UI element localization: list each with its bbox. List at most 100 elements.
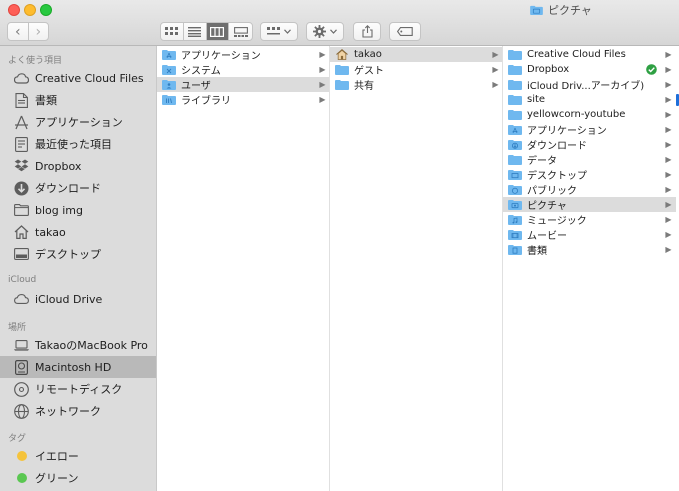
chevron-down-icon: [330, 29, 337, 34]
sidebar-item-label: ダウンロード: [35, 182, 101, 195]
forward-button[interactable]: ›: [29, 23, 49, 40]
desktop-folder-icon: [508, 170, 522, 180]
sidebar-item-tag-green[interactable]: グリーン: [0, 467, 156, 489]
list-item-label: アプリケーション: [527, 126, 607, 137]
chevron-right-icon: ▶: [665, 65, 672, 74]
sidebar-item-macintosh-hd[interactable]: Macintosh HD: [0, 356, 156, 378]
minimize-window-button[interactable]: [24, 4, 36, 16]
sidebar-item-label: Macintosh HD: [35, 360, 112, 374]
action-menu-button[interactable]: [306, 22, 344, 41]
sidebar-item-label: 書類: [35, 94, 57, 107]
chevron-right-icon: ▶: [665, 185, 672, 194]
list-item-label: ミュージック: [527, 216, 587, 227]
back-button[interactable]: ‹: [8, 23, 29, 40]
list-item[interactable]: takao ▶: [330, 47, 502, 62]
sidebar-item-recents[interactable]: 最近使った項目: [0, 133, 156, 155]
list-item-label: システム: [181, 66, 221, 77]
chevron-right-icon: ▶: [319, 95, 326, 104]
list-item[interactable]: ダウンロード ▶: [503, 137, 676, 152]
zoom-window-button[interactable]: [40, 4, 52, 16]
list-view-button[interactable]: [184, 23, 207, 40]
sidebar-item-label: ネットワーク: [35, 405, 101, 418]
list-view-icon: [188, 26, 202, 37]
folder-icon: [335, 65, 349, 75]
list-item[interactable]: アプリケーション ▶: [157, 47, 329, 62]
list-item-label: yellowcorn-youtube: [527, 109, 626, 120]
list-item[interactable]: 書類 ▶: [503, 242, 676, 257]
close-window-button[interactable]: [8, 4, 20, 16]
list-item[interactable]: 共有 ▶: [330, 77, 502, 92]
sidebar-item-home[interactable]: takao: [0, 221, 156, 243]
list-item[interactable]: iCloud Driv...アーカイブ) ▶: [503, 77, 676, 92]
share-button[interactable]: [353, 22, 381, 41]
list-item-label: takao: [354, 49, 382, 60]
system-folder-icon: [162, 65, 176, 75]
window-title: ピクチャ: [530, 3, 592, 17]
sidebar-item-remote-disc[interactable]: リモートディスク: [0, 378, 156, 400]
sidebar-item-dropbox[interactable]: Dropbox: [0, 155, 156, 177]
laptop-icon: [14, 338, 29, 353]
sidebar-item-network[interactable]: ネットワーク: [0, 400, 156, 422]
pictures-folder-icon: [530, 5, 543, 15]
gallery-view-button[interactable]: [229, 23, 252, 40]
applications-folder-icon: [162, 50, 176, 60]
edit-tags-button[interactable]: [389, 22, 421, 41]
sidebar-item-documents[interactable]: 書類: [0, 89, 156, 111]
list-item[interactable]: ユーザ ▶: [157, 77, 329, 92]
column-view-button[interactable]: [206, 23, 230, 40]
list-item[interactable]: システム ▶: [157, 62, 329, 77]
chevron-right-icon: ▶: [665, 170, 672, 179]
sidebar-item-downloads[interactable]: ダウンロード: [0, 177, 156, 199]
icon-view-icon: [165, 27, 179, 35]
pictures-folder-icon: [508, 200, 522, 210]
chevron-right-icon: ▶: [665, 155, 672, 164]
chevron-right-icon: ▶: [665, 140, 672, 149]
list-item-label: 共有: [354, 81, 374, 92]
list-item-label: Dropbox: [527, 64, 570, 75]
sidebar-item-label: TakaoのMacBook Pro: [35, 339, 148, 352]
sidebar-item-label: takao: [35, 225, 66, 239]
list-item[interactable]: ゲスト ▶: [330, 62, 502, 77]
sidebar-item-tag-yellow[interactable]: イエロー: [0, 445, 156, 467]
list-item-label: site: [527, 94, 546, 105]
sidebar-item-desktop[interactable]: デスクトップ: [0, 243, 156, 265]
forward-icon: ›: [35, 23, 42, 40]
icon-view-button[interactable]: [161, 23, 184, 40]
list-item[interactable]: データ ▶: [503, 152, 676, 167]
list-item-label: 書類: [527, 246, 547, 257]
list-item[interactable]: yellowcorn-youtube ▶: [503, 107, 676, 122]
list-item[interactable]: Creative Cloud Files ▶: [503, 47, 676, 62]
sidebar-item-label: iCloud Drive: [35, 292, 103, 306]
list-item-label: ムービー: [527, 231, 567, 242]
list-item[interactable]: ムービー ▶: [503, 227, 676, 242]
list-item[interactable]: Dropbox ▶: [503, 62, 676, 77]
list-item[interactable]: アプリケーション ▶: [503, 122, 676, 137]
list-item[interactable]: ピクチャ ▶: [503, 197, 676, 212]
list-item[interactable]: ミュージック ▶: [503, 212, 676, 227]
chevron-right-icon: ▶: [665, 50, 672, 59]
desktop-icon: [14, 247, 29, 262]
cloud-icon: [14, 292, 29, 307]
chevron-right-icon: ▶: [665, 125, 672, 134]
sidebar-item-label: blog img: [35, 203, 84, 217]
folder-icon: [508, 155, 522, 165]
sidebar-item-blog-img[interactable]: blog img: [0, 199, 156, 221]
chevron-right-icon: ▶: [665, 110, 672, 119]
group-icon: [267, 27, 280, 35]
folder-icon: [508, 65, 522, 75]
list-item[interactable]: site ▶: [503, 92, 676, 107]
public-folder-icon: [508, 185, 522, 195]
folder-icon: [14, 203, 29, 218]
chevron-right-icon: ▶: [665, 95, 672, 104]
toolbar: ピクチャ ‹ ›: [0, 0, 679, 46]
list-item[interactable]: ライブラリ ▶: [157, 92, 329, 107]
sidebar-item-applications[interactable]: アプリケーション: [0, 111, 156, 133]
group-by-button[interactable]: [260, 22, 298, 41]
navigation-buttons: ‹ ›: [7, 22, 49, 41]
list-item[interactable]: パブリック ▶: [503, 182, 676, 197]
sidebar-item-icloud-drive[interactable]: iCloud Drive: [0, 288, 156, 310]
sidebar-item-creative-cloud-files[interactable]: Creative Cloud Files: [0, 67, 156, 89]
list-item-label: ライブラリ: [181, 96, 231, 107]
list-item[interactable]: デスクトップ ▶: [503, 167, 676, 182]
sidebar-item-macbook-pro[interactable]: TakaoのMacBook Pro: [0, 334, 156, 356]
